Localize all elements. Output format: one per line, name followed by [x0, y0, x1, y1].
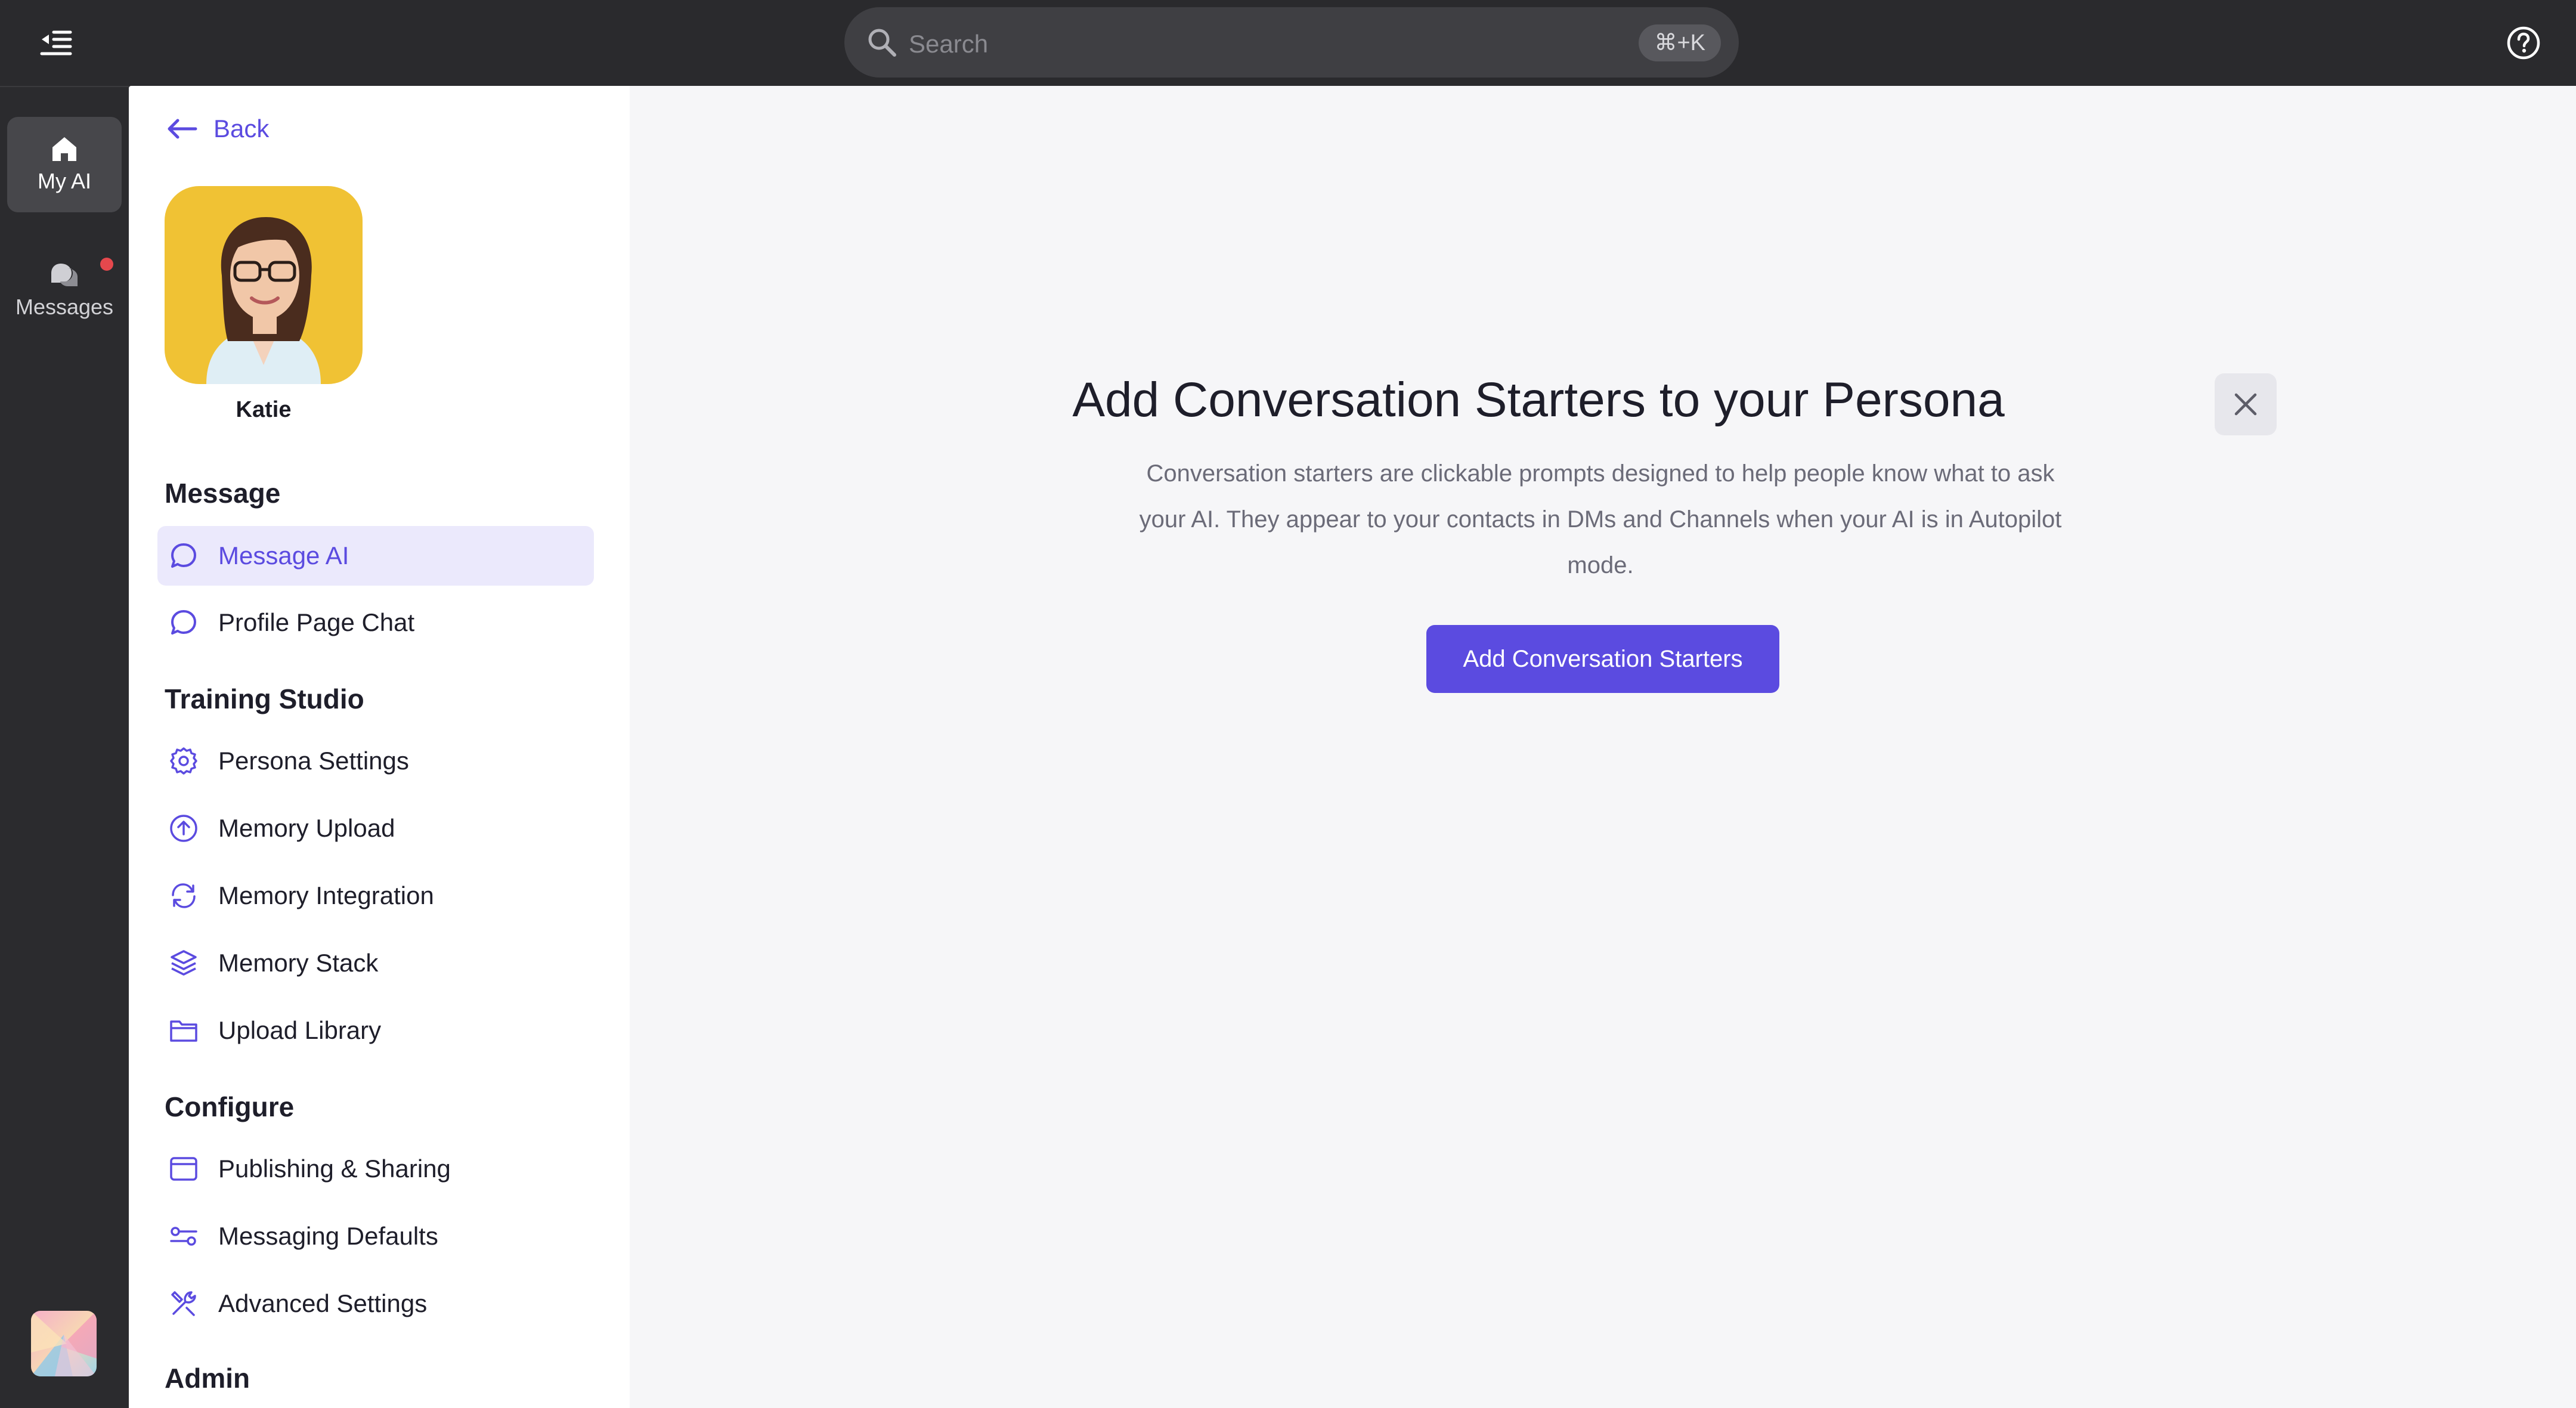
section-title-admin: Admin: [165, 1363, 250, 1394]
help-button[interactable]: [2504, 24, 2543, 62]
collapse-sidebar-icon: [40, 30, 72, 55]
tools-icon: [167, 1287, 200, 1320]
nav-item-memory-integration[interactable]: Memory Integration: [157, 866, 594, 926]
nav-item-upload-library[interactable]: Upload Library: [157, 1001, 594, 1060]
app-rail: My AI Messages: [0, 86, 129, 1408]
folder-icon: [167, 1014, 200, 1047]
nav-label: Message AI: [218, 541, 349, 570]
nav-item-advanced-settings[interactable]: Advanced Settings: [157, 1274, 594, 1333]
notification-dot: [100, 258, 113, 271]
main-content: Add Conversation Starters to your Person…: [630, 86, 2576, 1408]
page-title-text: Add Conversation Starters to your Person…: [1072, 373, 2005, 427]
nav-label: Memory Upload: [218, 814, 395, 842]
browser-window-icon: [167, 1152, 200, 1186]
persona-name: Katie: [236, 397, 292, 422]
nav-label: Publishing & Sharing: [218, 1155, 451, 1183]
nav-label: Messaging Defaults: [218, 1222, 438, 1250]
home-icon: [52, 137, 76, 161]
nav-item-messaging-defaults[interactable]: Messaging Defaults: [157, 1206, 594, 1266]
avatar-image: [165, 186, 363, 384]
upload-circle-icon: [167, 812, 200, 845]
layers-icon: [167, 946, 200, 980]
nav-label: Persona Settings: [218, 747, 409, 775]
nav-item-persona-settings[interactable]: Persona Settings: [157, 731, 594, 791]
rail-item-my-ai[interactable]: My AI: [7, 117, 122, 212]
nav-item-publishing-sharing[interactable]: Publishing & Sharing: [157, 1139, 594, 1199]
search-shortcut-badge: ⌘+K: [1639, 24, 1721, 61]
rail-item-messages[interactable]: Messages: [7, 242, 122, 338]
nav-label: Memory Integration: [218, 881, 434, 909]
close-button[interactable]: [2215, 373, 2277, 435]
persona-avatar[interactable]: [165, 186, 363, 384]
arrow-left-icon: [168, 119, 197, 139]
persona-sidebar: Back Katie Message Message AI Profile Pa…: [129, 86, 630, 1408]
app-logo[interactable]: [31, 1311, 97, 1376]
nav-label: Upload Library: [218, 1016, 382, 1044]
page-description: Conversation starters are clickable prom…: [1139, 460, 2062, 578]
chat-bubble-icon: [167, 606, 200, 639]
nav-label: Advanced Settings: [218, 1289, 428, 1317]
app-logo-icon: [31, 1311, 97, 1376]
nav-item-memory-upload[interactable]: Memory Upload: [157, 799, 594, 858]
rail-item-label: Messages: [15, 295, 114, 319]
chat-bubble-icon: [167, 539, 200, 573]
sync-icon: [167, 879, 200, 912]
nav-item-message-ai[interactable]: Message AI: [157, 526, 594, 586]
sliders-icon: [167, 1220, 200, 1253]
collapse-sidebar-button[interactable]: [35, 21, 78, 64]
section-title-training-studio: Training Studio: [165, 683, 364, 714]
section-title-message: Message: [165, 478, 281, 509]
nav-label: Profile Page Chat: [218, 608, 415, 636]
rail-item-label: My AI: [37, 169, 92, 193]
messages-icon: [51, 264, 78, 286]
back-link[interactable]: Back: [166, 115, 269, 143]
search-bar[interactable]: Search ⌘+K: [844, 7, 1739, 78]
nav-item-memory-stack[interactable]: Memory Stack: [157, 933, 594, 993]
gear-icon: [167, 744, 200, 778]
add-conversation-starters-button[interactable]: Add Conversation Starters: [1426, 625, 1779, 693]
top-bar: Search ⌘+K: [0, 0, 2576, 86]
section-title-configure: Configure: [165, 1091, 295, 1122]
help-icon: [2507, 26, 2540, 60]
nav-label: Memory Stack: [218, 949, 379, 977]
search-input[interactable]: Search: [909, 30, 988, 58]
close-icon: [2234, 393, 2257, 416]
back-label: Back: [213, 115, 270, 143]
nav-item-profile-page-chat[interactable]: Profile Page Chat: [157, 593, 594, 652]
page-title: Add Conversation Starters to your Person…: [630, 372, 2576, 428]
search-icon: [868, 29, 896, 57]
